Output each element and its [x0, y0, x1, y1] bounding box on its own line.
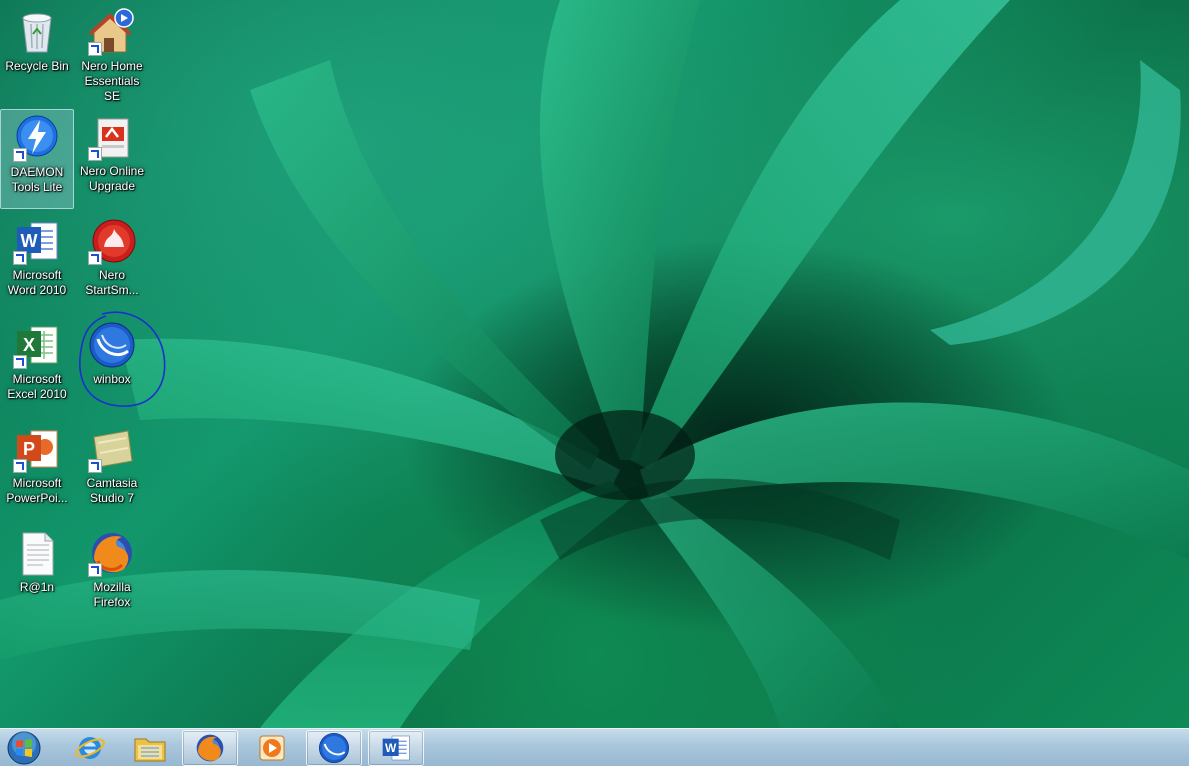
shortcut-arrow-icon	[88, 563, 102, 577]
powerpoint-icon: P	[13, 425, 61, 473]
windows-orb-icon	[7, 731, 41, 765]
taskbar-windows-explorer[interactable]	[122, 730, 178, 766]
start-button[interactable]	[4, 730, 44, 766]
desktop-icon-label: Microsoft PowerPoi...	[6, 476, 68, 505]
shortcut-arrow-icon	[13, 355, 27, 369]
taskbar-winbox[interactable]	[306, 730, 362, 766]
taskbar-firefox[interactable]	[182, 730, 238, 766]
desktop-icon-label: Microsoft Word 2010	[7, 268, 67, 297]
nero-startsmart-icon	[88, 217, 136, 265]
taskbar-word[interactable]: W	[368, 730, 424, 766]
desktop-icon-powerpoint[interactable]: P Microsoft PowerPoi...	[0, 421, 74, 521]
desktop-icon-label: DAEMON Tools Lite	[10, 165, 64, 194]
desktop[interactable]: Recycle Bin Nero Home Essentials SE DAEM…	[0, 0, 1189, 728]
svg-text:P: P	[23, 439, 35, 459]
desktop-icon-label: Mozilla Firefox	[93, 580, 131, 609]
desktop-icon-nero-upgrade[interactable]: Nero Online Upgrade	[75, 109, 149, 209]
shortcut-arrow-icon	[13, 459, 27, 473]
desktop-icon-excel[interactable]: X Microsoft Excel 2010	[0, 317, 74, 417]
shortcut-arrow-icon	[88, 459, 102, 473]
svg-text:X: X	[23, 335, 35, 355]
svg-text:W: W	[385, 741, 397, 755]
annotation-circle	[79, 311, 166, 407]
shortcut-arrow-icon	[13, 251, 27, 265]
desktop-icon-word[interactable]: W Microsoft Word 2010	[0, 213, 74, 313]
media-player-icon	[259, 735, 285, 761]
taskbar: W	[0, 728, 1189, 766]
desktop-icon-r1n[interactable]: R@1n	[0, 525, 74, 625]
internet-explorer-icon	[75, 737, 105, 759]
excel-icon: X	[13, 321, 61, 369]
word-icon: W	[13, 217, 61, 265]
wallpaper	[0, 0, 1189, 728]
desktop-icon-label: Camtasia Studio 7	[86, 476, 138, 505]
shortcut-arrow-icon	[88, 147, 102, 161]
desktop-icon-label: Nero StartSm...	[85, 268, 139, 297]
shortcut-arrow-icon	[88, 251, 102, 265]
recycle-bin-icon	[13, 8, 61, 56]
daemon-tools-icon	[13, 114, 61, 162]
desktop-icon-label: Nero Home Essentials SE	[81, 59, 143, 103]
nero-upgrade-icon	[88, 113, 136, 161]
desktop-icon-label: R@1n	[19, 580, 55, 594]
desktop-icon-firefox[interactable]: Mozilla Firefox	[75, 525, 149, 625]
folder-icon	[134, 738, 166, 762]
firefox-icon	[88, 529, 136, 577]
camtasia-icon	[88, 425, 136, 473]
taskbar-media-player[interactable]	[244, 730, 300, 766]
shortcut-arrow-icon	[13, 148, 27, 162]
text-document-icon	[13, 529, 61, 577]
desktop-icon-camtasia[interactable]: Camtasia Studio 7	[75, 421, 149, 521]
desktop-icon-recycle-bin[interactable]: Recycle Bin	[0, 4, 74, 104]
desktop-icon-label: Nero Online Upgrade	[79, 164, 145, 193]
desktop-icon-label: Microsoft Excel 2010	[7, 372, 67, 401]
desktop-icon-nero-home[interactable]: Nero Home Essentials SE	[75, 4, 149, 104]
word-icon: W	[382, 735, 410, 761]
desktop-icon-daemon-tools[interactable]: DAEMON Tools Lite	[0, 109, 74, 209]
taskbar-internet-explorer[interactable]	[62, 730, 118, 766]
shortcut-arrow-icon	[88, 42, 102, 56]
nero-home-icon	[88, 8, 136, 56]
firefox-icon	[196, 734, 224, 762]
winbox-icon	[319, 733, 349, 763]
desktop-icon-nero-startsmart[interactable]: Nero StartSm...	[75, 213, 149, 313]
svg-text:W: W	[21, 231, 38, 251]
desktop-icon-label: Recycle Bin	[5, 59, 69, 73]
